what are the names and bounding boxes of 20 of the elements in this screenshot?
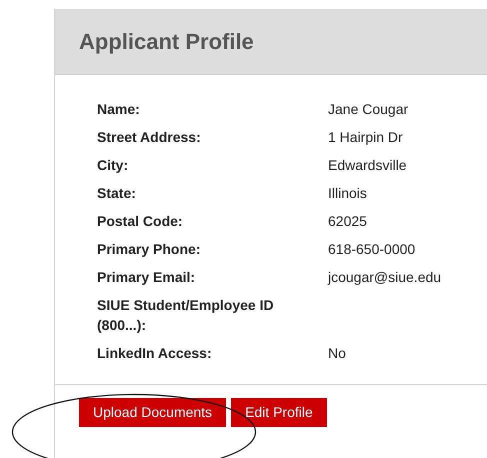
field-label: Primary Email: [97, 268, 196, 287]
field-label: Primary Phone: [97, 240, 202, 259]
field-value: No [328, 344, 346, 363]
upload-button[interactable]: Upload Documents [79, 398, 226, 427]
field-label: City: [97, 156, 130, 175]
field-value: 1 Hairpin Dr [328, 128, 403, 147]
panel-title: Applicant Profile [79, 28, 254, 56]
field-label: Name: [97, 100, 141, 119]
field-label: Street Address: [97, 128, 202, 147]
field-value: Illinois [328, 184, 367, 203]
field-value: Edwardsville [328, 156, 407, 175]
field-value: Jane Cougar [328, 100, 408, 119]
field-value: jcougar@siue.edu [328, 268, 442, 287]
field-label: LinkedIn Access: [97, 344, 213, 363]
edit-button[interactable]: Edit Profile [231, 398, 327, 427]
field-label: State: [97, 184, 137, 203]
field-value: 62025 [328, 212, 367, 231]
field-value: 618-650-0000 [328, 240, 416, 259]
field-label: Postal Code: [97, 212, 184, 231]
field-label: SIUE Student/Employee ID (800...): [97, 296, 275, 335]
